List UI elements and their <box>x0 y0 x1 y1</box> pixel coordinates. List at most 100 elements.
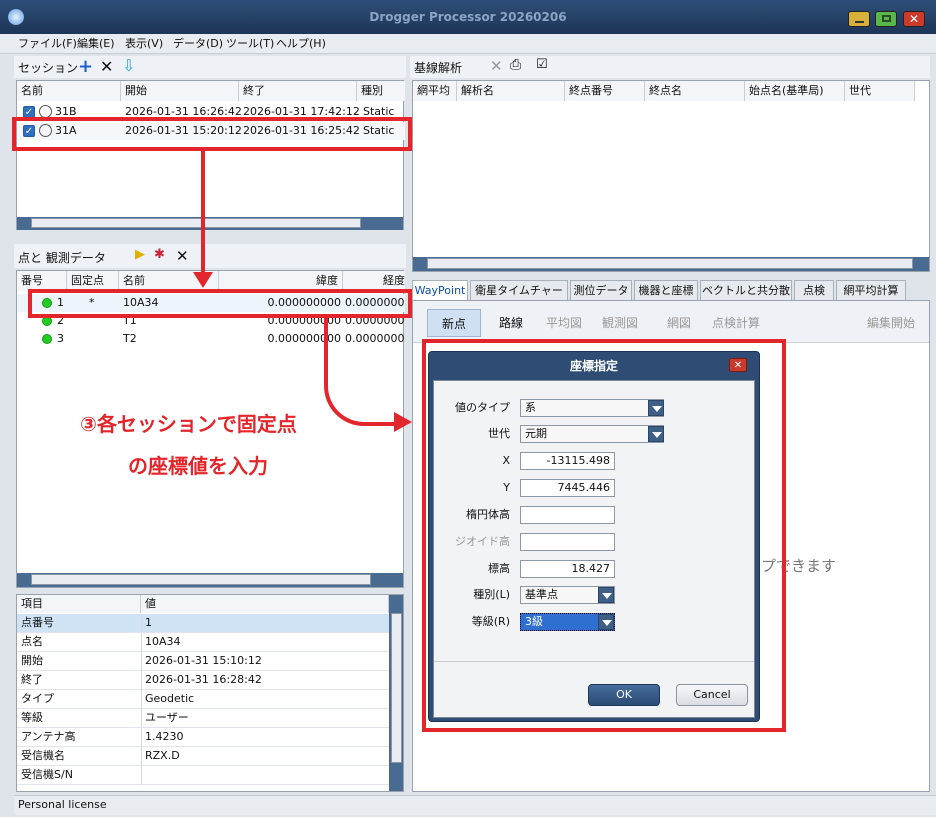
menu-bar: ファイル(F) 編集(E) 表示(V) データ(D) ツール(T) ヘルプ(H) <box>0 34 936 54</box>
arrow-right-line-v <box>324 318 328 382</box>
session-col-type[interactable]: 種別 <box>357 81 405 101</box>
menu-data[interactable]: データ(D) <box>173 34 223 54</box>
baseline-col-startname[interactable]: 始点名(基準局) <box>745 81 845 101</box>
tab-equipment[interactable]: 機器と座標 <box>634 280 698 300</box>
annotation-step-number: ③ <box>80 412 97 436</box>
points-col-lat[interactable]: 緯度 <box>219 271 343 291</box>
point-num: 3 <box>57 332 64 345</box>
table-row[interactable]: 点名 10A34 <box>17 633 389 652</box>
table-row[interactable]: タイプ Geodetic <box>17 690 389 709</box>
baseline-table: 網平均 解析名 終点番号 終点名 始点名(基準局) 世代 <box>412 80 930 272</box>
table-row[interactable]: 3 T2 0.000000000 0.00000000 <box>17 330 405 348</box>
tab-satellite-chart[interactable]: 衛星タイムチャート <box>470 280 568 317</box>
props-vscrollbar[interactable] <box>389 595 403 791</box>
maximize-button[interactable] <box>875 11 897 27</box>
menu-tools[interactable]: ツール(T) <box>226 34 274 54</box>
baseline-col-endnum[interactable]: 終点番号 <box>565 81 645 101</box>
close-icon: ✕ <box>908 12 920 26</box>
add-session-icon[interactable]: + <box>78 56 93 77</box>
checkbox-icon[interactable]: ☑ <box>536 57 548 72</box>
prop-key: 受信機S/N <box>21 768 73 781</box>
window-title: Drogger Processor 20260206 <box>369 10 567 24</box>
average-map-button[interactable]: 平均図 <box>541 309 587 337</box>
properties-table: 項目 値 点番号 1 点名 10A34 開始 2026-01-31 15:10:12 終了 2… <box>16 594 404 792</box>
props-col-key: 項目 <box>17 595 141 613</box>
session-col-name[interactable]: 名前 <box>17 81 121 101</box>
table-row[interactable]: 受信機名 RZX.D <box>17 747 389 766</box>
prop-value: 1 <box>145 616 152 629</box>
tab-vector[interactable]: ベクトルと共分散 <box>700 280 792 300</box>
bug-icon[interactable]: ✱ <box>154 247 165 262</box>
baseline-col-name[interactable]: 解析名 <box>457 81 565 101</box>
delete-baseline-icon[interactable]: ✕ <box>490 57 503 75</box>
tab-bar: WayPoint 衛星タイムチャート 測位データ 機器と座標 ベクトルと共分散 … <box>412 280 930 317</box>
session-col-start[interactable]: 開始 <box>121 81 239 101</box>
prop-value: 1.4230 <box>145 730 184 743</box>
table-row[interactable]: 点番号 1 <box>17 614 389 633</box>
baseline-col-endname[interactable]: 終点名 <box>645 81 745 101</box>
scroll-thumb[interactable] <box>31 218 361 228</box>
tab-waypoint[interactable]: WayPoint <box>412 280 468 300</box>
prop-key: タイプ <box>21 692 54 705</box>
new-point-button[interactable]: 新点 <box>427 309 481 337</box>
route-button[interactable]: 路線 <box>491 309 531 337</box>
play-icon[interactable]: ▶ <box>135 247 145 262</box>
table-row[interactable]: 等級 ユーザー <box>17 709 389 728</box>
prop-value: 10A34 <box>145 635 181 648</box>
menu-help[interactable]: ヘルプ(H) <box>276 34 326 54</box>
scroll-thumb[interactable] <box>31 574 371 585</box>
print-icon[interactable]: ⎙ <box>510 57 521 73</box>
tab-inspection[interactable]: 点検 <box>794 280 834 300</box>
observation-map-button[interactable]: 観測図 <box>597 309 643 337</box>
prop-key: 点番号 <box>21 616 54 629</box>
menu-edit[interactable]: 編集(E) <box>77 34 115 54</box>
column-separator <box>141 690 142 709</box>
scroll-thumb[interactable] <box>427 258 913 269</box>
baseline-col-generation[interactable]: 世代 <box>845 81 915 101</box>
annotation-line1-text: 各セッションで固定点 <box>96 412 297 436</box>
edit-start-button[interactable]: 編集開始 <box>861 309 921 337</box>
points-col-lon[interactable]: 経度 <box>343 271 405 291</box>
column-separator <box>141 652 142 671</box>
baseline-col-adjust[interactable]: 網平均 <box>413 81 457 101</box>
minimize-button[interactable] <box>848 11 870 27</box>
download-icon[interactable]: ⇩ <box>122 56 135 75</box>
license-status: Personal license <box>18 798 107 811</box>
prop-value: RZX.D <box>145 749 180 762</box>
prop-key: アンテナ高 <box>21 730 76 743</box>
arrow-right-head-icon <box>394 412 412 432</box>
prop-value: 2026-01-31 16:28:42 <box>145 673 262 686</box>
waypoint-subbar: 新点 路線 平均図 観測図 網図 点検計算 編集開始 <box>413 301 929 343</box>
session-col-end[interactable]: 終了 <box>239 81 357 101</box>
scroll-thumb[interactable] <box>391 613 402 763</box>
table-row[interactable]: アンテナ高 1.4230 <box>17 728 389 747</box>
menu-view[interactable]: 表示(V) <box>125 34 163 54</box>
session-header: セッション <box>18 61 79 75</box>
close-window-button[interactable]: ✕ <box>903 11 925 27</box>
points-hscrollbar[interactable] <box>17 573 403 587</box>
point-name: T2 <box>123 332 137 345</box>
tab-network-adjust[interactable]: 網平均計算 <box>836 280 906 300</box>
baseline-hscrollbar[interactable] <box>413 257 929 271</box>
points-col-fixed[interactable]: 固定点 <box>67 271 119 291</box>
table-row[interactable]: 終了 2026-01-31 16:28:42 <box>17 671 389 690</box>
table-row[interactable]: 受信機S/N <box>17 766 389 785</box>
session-hscrollbar[interactable] <box>17 217 403 230</box>
column-separator <box>141 728 142 747</box>
highlight-dialog <box>422 339 786 732</box>
points-col-num[interactable]: 番号 <box>17 271 67 291</box>
delete-point-icon[interactable]: ✕ <box>176 247 189 265</box>
annotation-line1: ③各セッションで固定点 <box>80 408 297 437</box>
points-header: 点と 観測データ <box>18 251 106 265</box>
tab-positioning[interactable]: 測位データ <box>570 280 632 300</box>
highlight-session-row <box>12 117 412 151</box>
prop-value: 2026-01-31 15:10:12 <box>145 654 262 667</box>
delete-session-icon[interactable]: ✕ <box>100 57 113 76</box>
check-calc-button[interactable]: 点検計算 <box>705 309 767 337</box>
highlight-point-row <box>28 289 412 318</box>
baseline-header: 基線解析 <box>414 61 463 75</box>
network-map-button[interactable]: 網図 <box>659 309 699 337</box>
table-row[interactable]: 開始 2026-01-31 15:10:12 <box>17 652 389 671</box>
menu-file[interactable]: ファイル(F) <box>18 34 77 54</box>
session-toolbar: セッション + ✕ ⇩ <box>14 56 406 78</box>
